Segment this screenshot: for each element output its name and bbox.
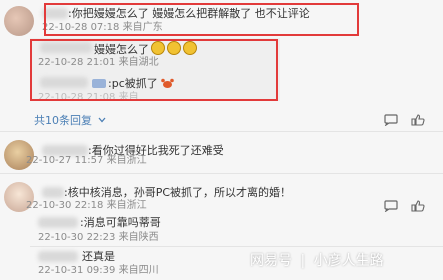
divider [0, 173, 443, 174]
comment-text: :消息可靠吗蒂哥 [80, 216, 161, 229]
username[interactable] [42, 187, 64, 198]
thumbs-up-icon[interactable] [411, 200, 425, 212]
highlight-box [30, 39, 278, 101]
comment-text: 还真是 [82, 250, 115, 263]
watermark-author: 小彦人生路 [313, 253, 384, 269]
watermark: 网易号 | 小彦人生路 [250, 250, 384, 270]
divider [30, 246, 443, 247]
comment-text: :核中核消息，孙哥PC被抓了，所以才离的婚！ [64, 186, 292, 199]
comment-meta: 22-10-31 09:39 来自四川 [38, 265, 159, 276]
thumbs-up-icon[interactable] [411, 114, 425, 126]
comment-meta: 22-10-27 11:57 来自浙江 [26, 155, 147, 166]
avatar[interactable] [4, 6, 34, 36]
divider [0, 131, 443, 132]
chevron-down-icon [98, 117, 105, 123]
watermark-brand: 网易号 [250, 253, 292, 269]
highlight-box [44, 3, 359, 36]
more-replies-link[interactable]: 共10条回复 [34, 114, 106, 127]
comment-meta: 22-10-30 22:23 来自陕西 [38, 232, 159, 243]
username[interactable] [38, 251, 78, 262]
watermark-separator: | [300, 253, 306, 269]
chat-bubble-icon[interactable] [384, 200, 398, 212]
comment-meta: 22-10-30 22:18 来自浙江 [26, 200, 147, 211]
chat-bubble-icon[interactable] [384, 114, 398, 126]
username[interactable] [38, 217, 78, 228]
